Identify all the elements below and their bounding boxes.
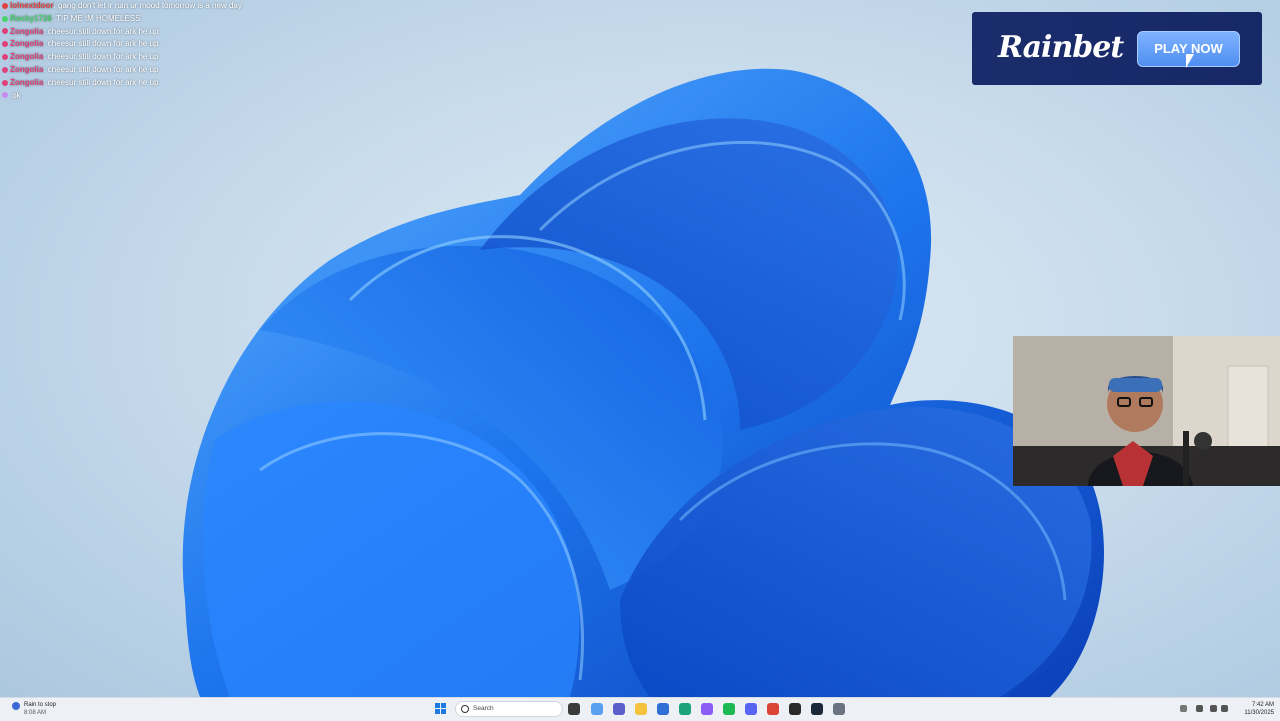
chat-badge-icon: [2, 2, 8, 9]
chat-message: Zongolia: cheesur still down for ark he …: [2, 26, 302, 39]
chat-username: Zongolia: [10, 64, 44, 74]
chat-text: cheesur still down for ark he up: [47, 77, 159, 87]
taskbar-search-box[interactable]: Search: [455, 701, 563, 717]
file-explorer-icon[interactable]: [635, 703, 647, 715]
chat-badge-icon: [2, 28, 8, 35]
store-icon[interactable]: [657, 703, 669, 715]
chrome-icon[interactable]: [767, 703, 779, 715]
chat-text: cheesur still down for ark he up: [47, 64, 159, 74]
microphone-icon[interactable]: [1196, 705, 1203, 712]
chat-message: Zongolia: cheesur still down for ark he …: [2, 38, 302, 51]
chat-text: cheesur still down for ark he up: [47, 39, 159, 49]
epic-games-icon[interactable]: [789, 703, 801, 715]
chat-message: Zongolia: cheesur still down for ark he …: [2, 51, 302, 64]
chat-message: lolnextdoor: gang don't let ir ruin ur m…: [2, 0, 302, 13]
spotify-icon[interactable]: [723, 703, 735, 715]
teams-icon[interactable]: [613, 703, 625, 715]
chat-overlay: lolnextdoor: gang don't let ir ruin ur m…: [2, 0, 302, 102]
webcam-feed: [1013, 336, 1280, 486]
chat-text: cheesur still down for ark he up: [47, 52, 159, 62]
chat-badge-icon: [2, 79, 8, 86]
app-icon-purple[interactable]: [701, 703, 713, 715]
chat-badge-icon: [2, 54, 8, 61]
chat-username: Zongolia: [10, 77, 44, 87]
task-view-icon[interactable]: [568, 703, 580, 715]
clock-time: 7:42 AM: [1251, 702, 1274, 708]
copilot-icon[interactable]: [591, 703, 603, 715]
chat-badge-icon: [2, 15, 8, 22]
chat-username: Zongolia: [10, 52, 44, 62]
network-icon[interactable]: [1221, 705, 1228, 712]
display-icon[interactable]: [1210, 705, 1217, 712]
rainbet-logo: Rainbet: [998, 30, 1124, 65]
chevron-up-icon[interactable]: [1180, 705, 1187, 712]
chat-username: Rocky1726: [10, 13, 52, 23]
chat-text: TIP ME IM HOMELESS: [56, 13, 141, 23]
chat-badge-icon: [2, 92, 8, 99]
streamer-video-image: [1013, 336, 1280, 486]
weather-label: Rain to stop: [24, 702, 57, 708]
weather-sub: 8:08 AM: [24, 710, 47, 716]
clock[interactable]: 7:42 AM 11/30/2025: [1244, 701, 1274, 717]
chat-username: lolnextdoor: [10, 1, 54, 10]
rainbet-ad-banner[interactable]: Rainbet PLAY NOW: [972, 12, 1262, 85]
chat-message: Zongolia: cheesur still down for ark he …: [2, 64, 302, 77]
discord-icon[interactable]: [745, 703, 757, 715]
search-placeholder: Search: [473, 705, 494, 712]
chat-message: Rocky1726: TIP ME IM HOMELESS: [2, 13, 302, 26]
mouse-cursor-icon: [1186, 54, 1194, 68]
chat-username: Zongolia: [10, 39, 44, 49]
weather-icon: [12, 702, 20, 710]
chat-message: Zongolia: cheesur still down for ark he …: [2, 77, 302, 90]
steam-icon[interactable]: [811, 703, 823, 715]
chat-badge-icon: [2, 66, 8, 73]
clock-date: 11/30/2025: [1244, 710, 1274, 716]
settings-icon[interactable]: [833, 703, 845, 715]
chat-message: ok: [2, 90, 302, 103]
taskbar: Rain to stop 8:08 AM Search 7:42 AM 11/3…: [0, 697, 1280, 721]
chat-text: gang don't let ir ruin ur mood tomorrow …: [58, 1, 242, 10]
chat-badge-icon: [2, 41, 8, 48]
chat-text: ok: [12, 90, 21, 100]
search-icon: [461, 705, 469, 713]
chat-username: Zongolia: [10, 26, 44, 36]
weather-widget[interactable]: Rain to stop 8:08 AM: [12, 701, 56, 717]
edge-icon[interactable]: [679, 703, 691, 715]
chat-text: cheesur still down for ark he up: [47, 26, 159, 36]
windows-start-icon[interactable]: [435, 703, 447, 715]
